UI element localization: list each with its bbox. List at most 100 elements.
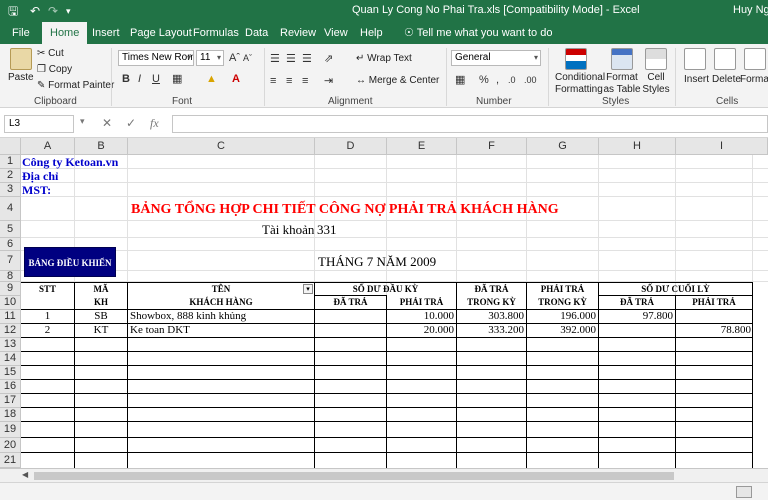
period-label[interactable]: THÁNG 7 NĂM 2009 <box>318 254 436 270</box>
tab-insert[interactable]: Insert <box>84 22 128 44</box>
row-header-2[interactable]: 2 <box>0 169 21 183</box>
column-header-a[interactable]: A <box>21 138 75 155</box>
tax-code-cell[interactable]: MST: <box>22 183 51 198</box>
ten-cell[interactable]: Showbox, 888 kinh khủng <box>130 310 246 322</box>
save-icon[interactable]: 🖫 <box>8 4 18 18</box>
grow-font-icon[interactable]: Aˆ <box>229 51 240 65</box>
column-header-f[interactable]: F <box>457 138 527 155</box>
borders-icon[interactable]: ▦ <box>172 72 182 86</box>
header-trong-ky-2[interactable]: TRONG KỲ <box>527 297 598 307</box>
row-header-20[interactable]: 20 <box>0 438 21 453</box>
format-painter-button[interactable]: ✎ Format Painter <box>37 80 114 92</box>
report-title[interactable]: BẢNG TỔNG HỢP CHI TIẾT CÔNG NỢ PHẢI TRẢ … <box>131 202 559 218</box>
delete-cells-icon[interactable] <box>714 48 736 70</box>
format-as-table-icon[interactable] <box>611 48 633 70</box>
row-header-11[interactable]: 11 <box>0 310 21 324</box>
column-header-h[interactable]: H <box>599 138 676 155</box>
header-trong-ky-1[interactable]: TRONG KỲ <box>457 297 526 307</box>
header-cuoi-da-tra[interactable]: ĐÃ TRẢ <box>599 297 675 307</box>
ten-cell[interactable]: Ke toan DKT <box>130 324 190 336</box>
tab-help[interactable]: Help <box>352 22 391 44</box>
tab-data[interactable]: Data <box>237 22 276 44</box>
cuoi-phai-tra-cell[interactable]: 78.800 <box>676 324 751 336</box>
row-header-17[interactable]: 17 <box>0 394 21 408</box>
customize-toolbar-icon[interactable]: ▾ <box>66 4 71 18</box>
cut-button[interactable]: ✂ Cut <box>37 48 64 60</box>
phai-tra-trong-cell[interactable]: 392.000 <box>527 324 596 336</box>
header-da-tra-trong-ky[interactable]: ĐÃ TRẢ <box>457 284 526 294</box>
header-kh[interactable]: KH <box>75 297 127 307</box>
align-right-icon[interactable]: ≡ <box>302 74 308 88</box>
comma-style-icon[interactable]: , <box>496 73 499 87</box>
header-ten[interactable]: TÊN <box>128 284 314 294</box>
da-tra-trong-cell[interactable]: 333.200 <box>457 324 524 336</box>
insert-button[interactable]: Insert <box>684 74 709 86</box>
align-left-icon[interactable]: ≡ <box>270 74 276 88</box>
da-tra-trong-cell[interactable]: 303.800 <box>457 310 524 322</box>
row-header-4[interactable]: 4 <box>0 197 21 221</box>
row-header-3[interactable]: 3 <box>0 183 21 197</box>
normal-view-icon[interactable] <box>736 486 752 498</box>
fill-color-icon[interactable]: ▲ <box>206 72 217 86</box>
tab-home[interactable]: Home <box>42 22 88 44</box>
scroll-left-icon[interactable]: ◀ <box>22 470 28 479</box>
header-ma[interactable]: MÃ <box>75 284 127 294</box>
header-so-du-cuoi-ky[interactable]: SỐ DƯ CUỐI LỲ <box>599 284 752 294</box>
increase-decimal-icon[interactable]: .0 <box>508 73 516 87</box>
format-as-table-button[interactable]: Format as Table <box>603 72 641 96</box>
address-cell[interactable]: Địa chỉ <box>22 169 58 184</box>
column-header-i[interactable]: I <box>676 138 768 155</box>
align-middle-icon[interactable]: ☰ <box>286 52 296 66</box>
row-header-8[interactable]: 8 <box>0 271 21 282</box>
row-header-18[interactable]: 18 <box>0 408 21 422</box>
redo-icon[interactable]: ↷ <box>48 4 58 18</box>
format-cells-icon[interactable] <box>744 48 766 70</box>
shrink-font-icon[interactable]: Aˇ <box>243 51 252 65</box>
row-header-7[interactable]: 7 <box>0 251 21 271</box>
tell-me-search[interactable]: ☉ Tell me what you want to do <box>396 22 560 44</box>
column-header-g[interactable]: G <box>527 138 599 155</box>
cuoi-da-tra-cell[interactable]: 97.800 <box>599 310 673 322</box>
account-label[interactable]: Tài khoản <box>262 222 314 238</box>
horizontal-scrollbar[interactable]: ◀ <box>0 468 768 482</box>
row-header-1[interactable]: 1 <box>0 155 21 169</box>
cancel-icon[interactable]: ✕ <box>102 116 112 130</box>
name-box[interactable]: L3 <box>4 115 74 133</box>
paste-icon[interactable] <box>10 48 32 70</box>
paste-button[interactable]: Paste <box>8 72 34 84</box>
dau-phai-tra-cell[interactable]: 10.000 <box>387 310 454 322</box>
indent-icon[interactable]: ⇥ <box>324 74 333 88</box>
dau-phai-tra-cell[interactable]: 20.000 <box>387 324 454 336</box>
header-so-du-dau-ky[interactable]: SỐ DƯ ĐẦU KỲ <box>315 284 456 294</box>
header-cuoi-phai-tra[interactable]: PHẢI TRẢ <box>676 297 752 307</box>
row-header-19[interactable]: 19 <box>0 422 21 438</box>
ma-cell[interactable]: KT <box>75 324 127 336</box>
row-header-9[interactable]: 9 <box>0 282 21 296</box>
column-header-b[interactable]: B <box>75 138 128 155</box>
row-header-5[interactable]: 5 <box>0 221 21 238</box>
orientation-icon[interactable]: ⇗ <box>324 52 333 66</box>
header-dau-da-tra[interactable]: ĐÃ TRẢ <box>315 297 386 307</box>
row-header-15[interactable]: 15 <box>0 366 21 380</box>
header-khach-hang[interactable]: KHÁCH HÀNG <box>128 297 314 307</box>
merge-center-button[interactable]: ↔ Merge & Center <box>356 75 439 87</box>
insert-cells-icon[interactable] <box>684 48 706 70</box>
decrease-decimal-icon[interactable]: .00 <box>524 73 537 87</box>
accounting-format-icon[interactable]: ▦ <box>455 73 465 87</box>
cell-styles-button[interactable]: Cell Styles <box>642 72 670 96</box>
font-size-select[interactable]: 11 ▾ <box>196 50 224 66</box>
name-box-dropdown-icon[interactable]: ▾ <box>80 116 85 127</box>
number-format-select[interactable]: General ▾ <box>451 50 541 66</box>
format-button[interactable]: Format <box>740 74 768 86</box>
row-header-14[interactable]: 14 <box>0 352 21 366</box>
insert-function-icon[interactable]: fx <box>150 116 159 131</box>
bold-button[interactable]: B <box>122 72 130 86</box>
align-top-icon[interactable]: ☰ <box>270 52 280 66</box>
conditional-formatting-button[interactable]: Conditional Formatting <box>555 72 605 96</box>
row-header-21[interactable]: 21 <box>0 453 21 468</box>
row-header-13[interactable]: 13 <box>0 338 21 352</box>
copy-button[interactable]: ❐ Copy <box>37 64 72 76</box>
enter-icon[interactable]: ✓ <box>126 116 136 130</box>
header-stt[interactable]: STT <box>21 284 74 294</box>
wrap-text-button[interactable]: ↵ Wrap Text <box>356 53 412 65</box>
